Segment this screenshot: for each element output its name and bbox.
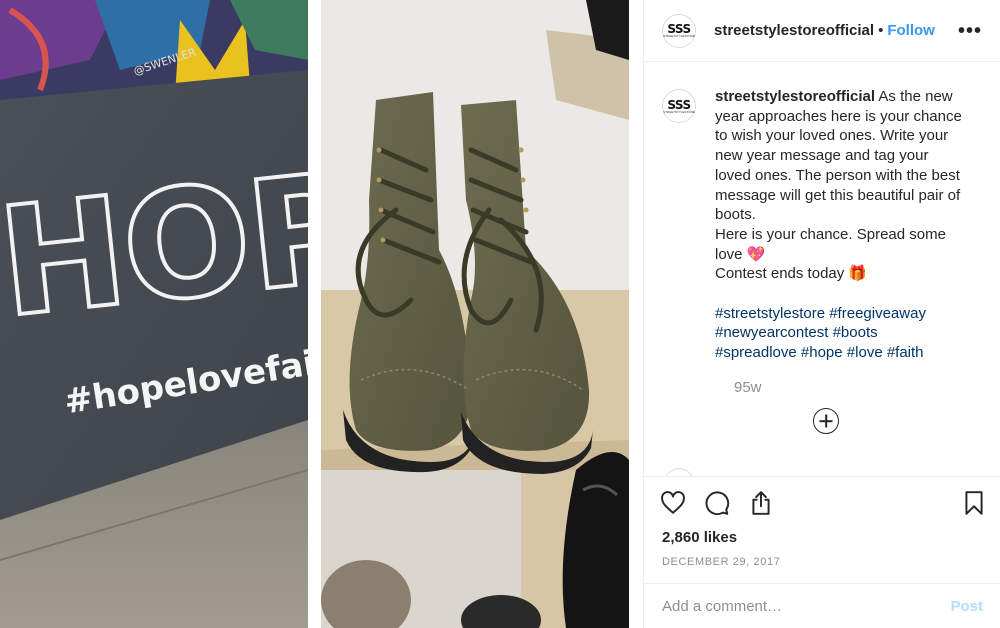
post-media[interactable]: @SWENLER HOPE #hopelovefaith — [0, 0, 643, 628]
caption-line: to wish your loved ones. Write your — [715, 127, 949, 145]
caption-line: As the new — [878, 88, 953, 105]
hope-wall-photo: @SWENLER HOPE #hopelovefaith — [0, 0, 308, 628]
hashtag-link[interactable]: #newyearcontest — [715, 324, 828, 341]
header-username[interactable]: streetstylestoreofficial — [714, 22, 874, 39]
caption-avatar[interactable]: SSS STREETSTYLESTORE — [662, 89, 696, 123]
caption-line: new year message and tag your — [715, 147, 929, 165]
avatar-logo-subtext: STREETSTYLESTORE — [663, 109, 695, 114]
hashtag-link[interactable]: #spreadlove — [715, 344, 797, 361]
post-button[interactable]: Post — [950, 598, 983, 615]
caption-line: loved ones. The person with the best — [715, 166, 960, 184]
action-bar — [660, 477, 983, 529]
caption-line: boots. — [715, 206, 756, 224]
caption-time-ago[interactable]: 95w — [734, 379, 983, 396]
bookmark-icon[interactable] — [961, 490, 987, 516]
avatar-logo-subtext: STREETSTYLESTORE — [663, 34, 695, 38]
caption-text: streetstylestoreofficial As the new year… — [715, 87, 983, 363]
comment-icon[interactable] — [704, 490, 730, 516]
heart-icon[interactable] — [660, 490, 686, 516]
boots-photo — [321, 0, 629, 628]
share-icon[interactable] — [748, 490, 774, 516]
follow-button[interactable]: Follow — [887, 22, 935, 39]
caption-line: Contest ends today 🎁 — [715, 265, 868, 283]
post-date[interactable]: DECEMBER 29, 2017 — [662, 556, 983, 568]
likes-count[interactable]: 2,860 likes — [662, 529, 983, 546]
hashtag-link[interactable]: #freegiveaway — [829, 305, 926, 322]
post-actions-area: 2,860 likes DECEMBER 29, 2017 — [644, 476, 1000, 568]
hashtag-link[interactable]: #boots — [833, 324, 878, 341]
separator-dot: • — [878, 22, 884, 39]
hashtag-link[interactable]: #hope — [801, 344, 843, 361]
avatar[interactable]: SSS STREETSTYLESTORE — [662, 13, 696, 48]
hashtag-link[interactable]: #faith — [887, 344, 924, 361]
avatar-logo-text: SSS — [667, 97, 691, 112]
comments-section[interactable]: SSS STREETSTYLESTORE streetstylestoreoff… — [644, 63, 1000, 476]
add-circle-icon[interactable] — [813, 408, 839, 434]
hashtag-link[interactable]: #streetstylestore — [715, 305, 825, 322]
post-side-panel: SSS STREETSTYLESTORE streetstylestoreoff… — [643, 0, 1000, 628]
post-header: SSS STREETSTYLESTORE streetstylestoreoff… — [644, 0, 1000, 62]
caption-line: love 💖 — [715, 245, 766, 263]
caption-line: message will get this beautiful pair of — [715, 186, 961, 204]
more-options-icon[interactable]: ••• — [958, 21, 982, 41]
hashtags: #streetstylestore #freegiveaway #newyear… — [715, 304, 983, 363]
comment-avatar[interactable] — [664, 468, 694, 476]
hashtag-link[interactable]: #love — [847, 344, 883, 361]
comment-input[interactable] — [662, 597, 951, 615]
comment-bar: Post — [644, 583, 1000, 628]
caption-username[interactable]: streetstylestoreofficial — [715, 88, 875, 105]
caption-line: year approaches here is your chance — [715, 107, 962, 125]
caption: SSS STREETSTYLESTORE streetstylestoreoff… — [662, 87, 983, 363]
caption-line: Here is your chance. Spread some — [715, 225, 946, 243]
